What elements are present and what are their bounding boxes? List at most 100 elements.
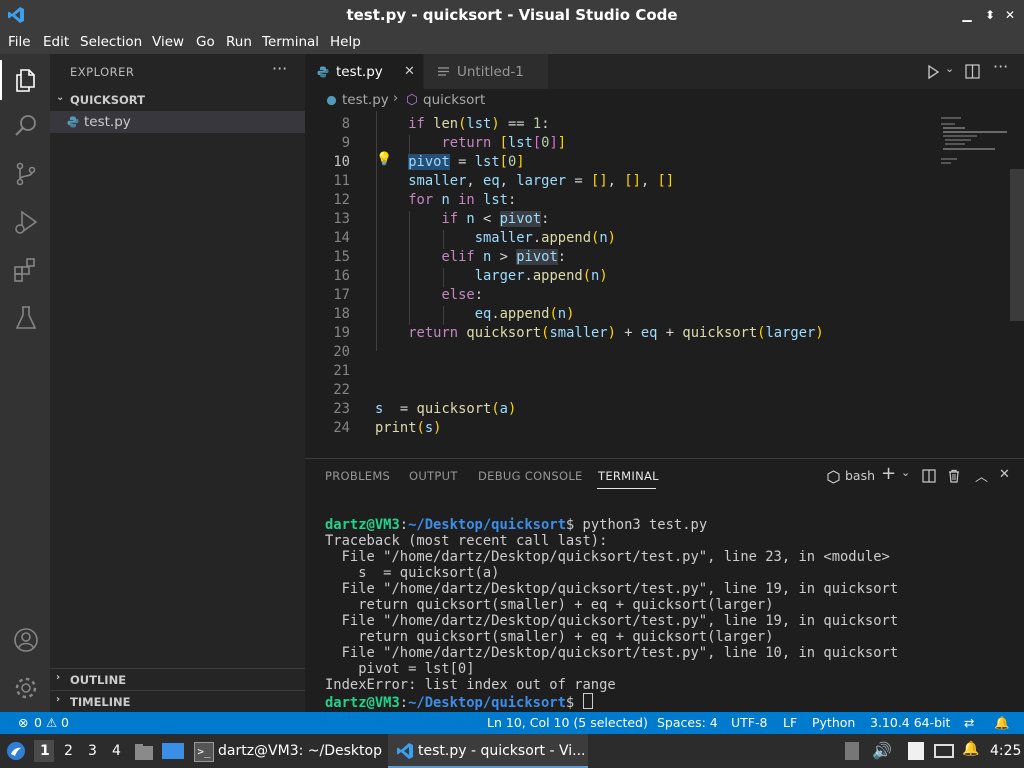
menu-help[interactable]: Help	[330, 34, 361, 50]
clipboard-tray-icon[interactable]	[845, 742, 859, 760]
line-number: 17	[333, 287, 350, 303]
line-number: 11	[333, 173, 350, 189]
feedback-icon[interactable]: ⇄	[964, 715, 974, 730]
extensions-icon[interactable]	[12, 256, 40, 284]
file-manager-icon[interactable]	[134, 743, 154, 761]
terminal-line: pivot = lst[0]	[325, 661, 475, 677]
close-window-button[interactable]: ✕	[1003, 8, 1017, 22]
terminal-line: IndexError: list index out of range	[325, 677, 616, 693]
folder-quicksort[interactable]: ⌄ QUICKSORT	[50, 89, 305, 111]
menu-go[interactable]: Go	[196, 34, 215, 50]
folder-label: QUICKSORT	[70, 93, 145, 107]
maximize-button[interactable]: ⬍	[983, 8, 997, 22]
panel-tab-terminal[interactable]: TERMINAL	[598, 469, 659, 483]
breadcrumb-file[interactable]: test.py	[342, 92, 389, 108]
terminal-shell-name[interactable]: bash	[845, 468, 875, 483]
terminal-dropdown-chevron-icon[interactable]: ⌄	[901, 466, 910, 479]
line-number: 9	[341, 135, 350, 151]
line-number: 20	[333, 344, 350, 360]
menu-file[interactable]: File	[8, 34, 31, 50]
editor-tab-bar: test.py ✕ Untitled-1 ⌄ ···	[305, 54, 1024, 89]
taskbar-terminal-task[interactable]: dartz@VM3: ~/Desktop	[218, 743, 382, 759]
minimap[interactable]	[939, 115, 1011, 165]
notification-tray-icon[interactable]: 🔔	[962, 741, 979, 757]
timeline-section[interactable]: › TIMELINE	[50, 690, 305, 713]
terminal-output[interactable]: dartz@VM3:~/Desktop/quicksort$ python3 t…	[325, 517, 898, 711]
line-number: 15	[333, 249, 350, 265]
outline-section[interactable]: › OUTLINE	[50, 668, 305, 691]
kill-terminal-trash-icon[interactable]	[947, 469, 961, 483]
timeline-label: TIMELINE	[70, 695, 131, 709]
network-tray-icon[interactable]	[934, 744, 954, 758]
notifications-bell-icon[interactable]: 🔔	[994, 715, 1010, 731]
file-item-test-py[interactable]: test.py	[50, 111, 305, 133]
explorer-icon[interactable]	[12, 66, 40, 94]
line-number: 8	[341, 116, 350, 132]
explorer-more-actions-icon[interactable]: ···	[272, 59, 287, 78]
menu-edit[interactable]: Edit	[43, 34, 69, 50]
start-menu-icon[interactable]	[6, 741, 26, 761]
terminal-line: return quicksort(smaller) + eq + quickso…	[325, 629, 774, 645]
python-interpreter[interactable]: 3.10.4 64-bit	[870, 715, 950, 730]
code-editor[interactable]: 8 9 10 11 12 13 14 15 16 17 18 19 20 21 …	[305, 111, 1024, 458]
menu-terminal[interactable]: Terminal	[262, 34, 319, 50]
warning-icon[interactable]: ⚠	[46, 715, 57, 730]
minimize-button[interactable]: ▁	[960, 8, 974, 22]
split-terminal-icon[interactable]	[922, 469, 936, 483]
workspace-2[interactable]: 2	[64, 743, 73, 759]
account-icon[interactable]	[12, 626, 40, 654]
bottom-panel: PROBLEMS OUTPUT DEBUG CONSOLE TERMINAL b…	[305, 458, 1024, 713]
clock[interactable]: 4:25	[990, 743, 1021, 759]
search-icon[interactable]	[12, 112, 40, 140]
close-panel-icon[interactable]: ✕	[999, 467, 1010, 482]
new-terminal-plus-icon[interactable]: +	[881, 463, 896, 484]
menu-run[interactable]: Run	[226, 34, 252, 50]
run-file-icon[interactable]	[925, 64, 941, 80]
status-bar: ⊗ 0 ⚠ 0 Ln 10, Col 10 (5 selected) Space…	[0, 712, 1024, 734]
menu-selection[interactable]: Selection	[80, 34, 142, 50]
testing-flask-icon[interactable]	[12, 304, 40, 332]
maximize-panel-chevron-up-icon[interactable]: ︿	[975, 466, 988, 485]
file-label: test.py	[84, 114, 131, 130]
source-control-icon[interactable]	[12, 160, 40, 188]
editor-scrollbar-thumb[interactable]	[1010, 169, 1024, 321]
terminal-app-icon: >_	[194, 742, 214, 762]
code-line: if n < pivot:	[441, 211, 550, 227]
indentation[interactable]: Spaces: 4	[657, 715, 718, 730]
panel-tab-output[interactable]: OUTPUT	[409, 469, 458, 483]
workspace-3[interactable]: 3	[88, 743, 97, 759]
volume-icon[interactable]: 🔊	[872, 741, 892, 760]
cursor-position[interactable]: Ln 10, Col 10 (5 selected)	[487, 715, 648, 730]
run-debug-icon[interactable]	[12, 208, 40, 236]
workspace-4[interactable]: 4	[112, 743, 121, 759]
tab-test-py[interactable]: test.py ✕	[305, 54, 423, 89]
end-of-line[interactable]: LF	[783, 715, 797, 730]
active-indicator	[0, 60, 2, 100]
terminal-line: File "/home/dartz/Desktop/quicksort/test…	[325, 613, 899, 629]
chevron-down-icon: ⌄	[56, 92, 65, 103]
tab-untitled-1[interactable]: Untitled-1	[424, 54, 548, 89]
line-number: 14	[333, 230, 350, 246]
editor-more-actions-icon[interactable]: ···	[993, 57, 1008, 76]
tab-close-icon[interactable]: ✕	[404, 64, 415, 79]
menu-view[interactable]: View	[152, 34, 184, 50]
panel-tab-problems[interactable]: PROBLEMS	[325, 469, 390, 483]
settings-gear-icon[interactable]	[12, 674, 40, 702]
breadcrumb-symbol[interactable]: quicksort	[423, 92, 485, 108]
encoding[interactable]: UTF-8	[731, 715, 767, 730]
run-dropdown-chevron-icon[interactable]: ⌄	[945, 62, 954, 75]
language-mode[interactable]: Python	[812, 715, 855, 730]
terminal-line: File "/home/dartz/Desktop/quicksort/test…	[325, 549, 890, 565]
error-count[interactable]: 0	[34, 715, 42, 730]
warning-count[interactable]: 0	[61, 715, 69, 730]
panel-tab-debug-console[interactable]: DEBUG CONSOLE	[478, 469, 583, 483]
file-lines-icon	[438, 67, 449, 76]
taskbar-vscode-task[interactable]: test.py - quicksort - Vi...	[418, 743, 585, 759]
split-editor-icon[interactable]	[965, 64, 980, 79]
errors-icon[interactable]: ⊗	[18, 715, 28, 730]
chevron-right-icon: ›	[56, 672, 61, 683]
terminal-prompt-path: ~/Desktop/quicksort	[408, 517, 566, 533]
show-desktop-icon[interactable]	[162, 743, 184, 759]
notes-tray-icon[interactable]	[908, 742, 924, 760]
workspace-1[interactable]: 1	[40, 743, 50, 759]
